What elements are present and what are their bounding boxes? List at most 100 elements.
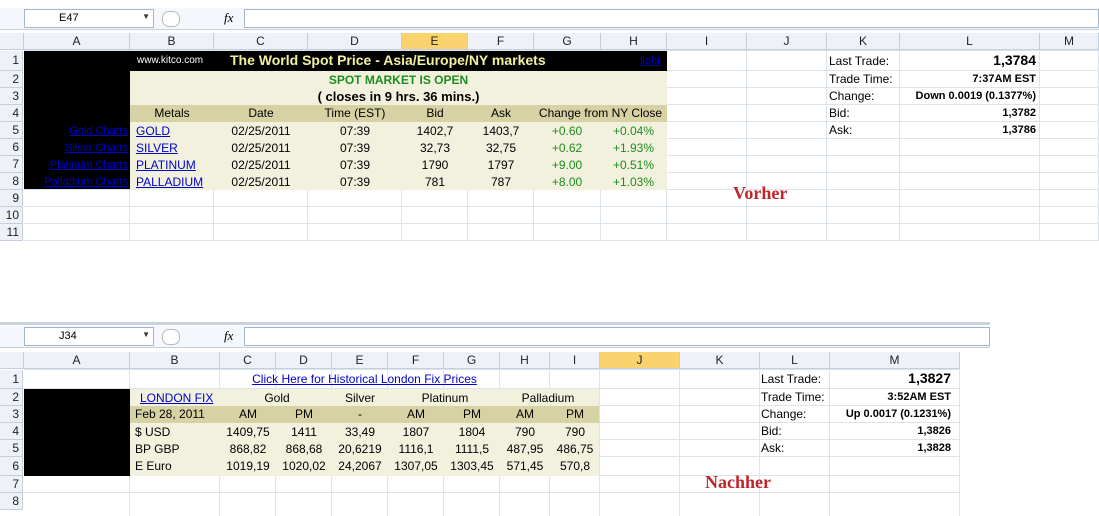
function-icon[interactable]: fx: [224, 328, 233, 344]
row-header[interactable]: 3: [0, 88, 23, 105]
market-status: SPOT MARKET IS OPEN: [328, 73, 469, 87]
row-header[interactable]: 8: [0, 493, 23, 510]
chart-link[interactable]: Platinum Charts: [24, 157, 128, 173]
column-header[interactable]: D: [308, 33, 402, 50]
ask-label: Ask:: [761, 441, 785, 455]
column-header[interactable]: F: [468, 33, 534, 50]
chart-link[interactable]: Palladium Charts: [24, 174, 128, 190]
cancel-circle-icon[interactable]: [162, 329, 180, 345]
row-header[interactable]: 5: [0, 440, 23, 457]
row-header[interactable]: 2: [0, 71, 23, 88]
column-header[interactable]: G: [444, 352, 500, 369]
change-value: Up 0.0017 (0.1231%): [845, 408, 951, 420]
kitco-link[interactable]: www.kitco.com: [137, 53, 203, 69]
light-link[interactable]: light: [640, 53, 660, 69]
historical-link[interactable]: Click Here for Historical London Fix Pri…: [130, 371, 599, 387]
column-header[interactable]: B: [130, 33, 214, 50]
sub-header: -: [358, 407, 362, 421]
metal-change-pct: +1.03%: [612, 175, 655, 189]
column-header[interactable]: L: [900, 33, 1040, 50]
sub-header: AM: [407, 407, 425, 421]
grid-line: [679, 370, 680, 516]
column-header[interactable]: A: [24, 352, 130, 369]
metal-ask: 1797: [487, 158, 515, 172]
top-formula-input[interactable]: [244, 9, 1099, 28]
column-header[interactable]: M: [830, 352, 960, 369]
column-header[interactable]: G: [534, 33, 601, 50]
column-header[interactable]: K: [680, 352, 760, 369]
row-header[interactable]: 6: [0, 457, 23, 476]
grid-line: [24, 369, 960, 370]
sub-header: PM: [463, 407, 481, 421]
row-header[interactable]: 9: [0, 190, 23, 207]
london-fix-link[interactable]: LONDON FIX: [140, 390, 213, 406]
metal-link[interactable]: GOLD: [136, 123, 170, 139]
column-header[interactable]: M: [1040, 33, 1099, 50]
function-icon[interactable]: fx: [224, 10, 233, 26]
row-header[interactable]: 5: [0, 122, 23, 139]
metal-link[interactable]: PALLADIUM: [136, 174, 203, 190]
row-header[interactable]: 2: [0, 389, 23, 406]
select-all-corner[interactable]: [0, 33, 24, 50]
top-formula-bar: E47 ▼ fx: [0, 8, 1099, 30]
chart-link[interactable]: Gold Charts: [24, 123, 128, 139]
column-header[interactable]: F: [388, 352, 444, 369]
bottom-formula-input[interactable]: [244, 327, 990, 346]
bottom-name-box[interactable]: J34 ▼: [24, 327, 154, 346]
metal-change: +8.00: [551, 175, 583, 189]
closes-in: ( closes in 9 hrs. 36 mins.): [317, 89, 480, 104]
fix-value: 1019,19: [226, 459, 270, 473]
metal-date: 02/25/2011: [231, 124, 291, 138]
change-label: Change:: [829, 89, 875, 103]
change-label: Change:: [761, 407, 807, 421]
row-header[interactable]: 6: [0, 139, 23, 156]
column-header[interactable]: C: [220, 352, 276, 369]
column-header[interactable]: H: [500, 352, 550, 369]
row-header[interactable]: 11: [0, 224, 23, 241]
column-header[interactable]: D: [276, 352, 332, 369]
ask-value: 1,3828: [917, 442, 951, 454]
currency-label: $ USD: [135, 425, 171, 439]
cancel-circle-icon[interactable]: [162, 11, 180, 27]
column-header[interactable]: H: [601, 33, 667, 50]
chevron-down-icon[interactable]: ▼: [142, 12, 150, 21]
column-header[interactable]: I: [667, 33, 747, 50]
select-all-corner[interactable]: [0, 352, 24, 369]
grid-line: [24, 223, 1099, 224]
row-header[interactable]: 4: [0, 423, 23, 440]
column-header[interactable]: C: [214, 33, 308, 50]
column-header[interactable]: B: [130, 352, 220, 369]
row-header[interactable]: 8: [0, 173, 23, 190]
fix-value: 868,82: [229, 442, 267, 456]
column-header[interactable]: I: [550, 352, 600, 369]
fix-value: 33,49: [344, 425, 376, 439]
column-header[interactable]: E: [402, 33, 468, 50]
last-trade-label: Last Trade:: [829, 54, 890, 68]
metal-bid: 1790: [421, 158, 449, 172]
sub-header: PM: [566, 407, 584, 421]
row-header[interactable]: 7: [0, 476, 23, 493]
column-header[interactable]: J: [600, 352, 680, 369]
chevron-down-icon[interactable]: ▼: [142, 330, 150, 339]
row-header[interactable]: 7: [0, 156, 23, 173]
metal-link[interactable]: SILVER: [136, 140, 178, 156]
grid-line: [24, 240, 1099, 241]
column-header[interactable]: L: [760, 352, 830, 369]
row-header[interactable]: 1: [0, 370, 23, 389]
metal-link[interactable]: PLATINUM: [136, 157, 196, 173]
fix-value: 1303,45: [450, 459, 494, 473]
column-header[interactable]: J: [747, 33, 827, 50]
row-header[interactable]: 4: [0, 105, 23, 122]
column-header[interactable]: A: [24, 33, 130, 50]
row-header[interactable]: 1: [0, 51, 23, 71]
top-name-box[interactable]: E47 ▼: [24, 9, 154, 28]
column-header[interactable]: K: [827, 33, 900, 50]
chart-link[interactable]: Silver Charts: [24, 140, 128, 156]
last-trade-label: Last Trade:: [761, 372, 822, 386]
nachher-label: Nachher: [705, 472, 771, 492]
row-header[interactable]: 3: [0, 406, 23, 423]
row-header[interactable]: 10: [0, 207, 23, 224]
grid-line: [959, 370, 960, 516]
column-header[interactable]: E: [332, 352, 388, 369]
fix-value: 868,68: [285, 442, 323, 456]
